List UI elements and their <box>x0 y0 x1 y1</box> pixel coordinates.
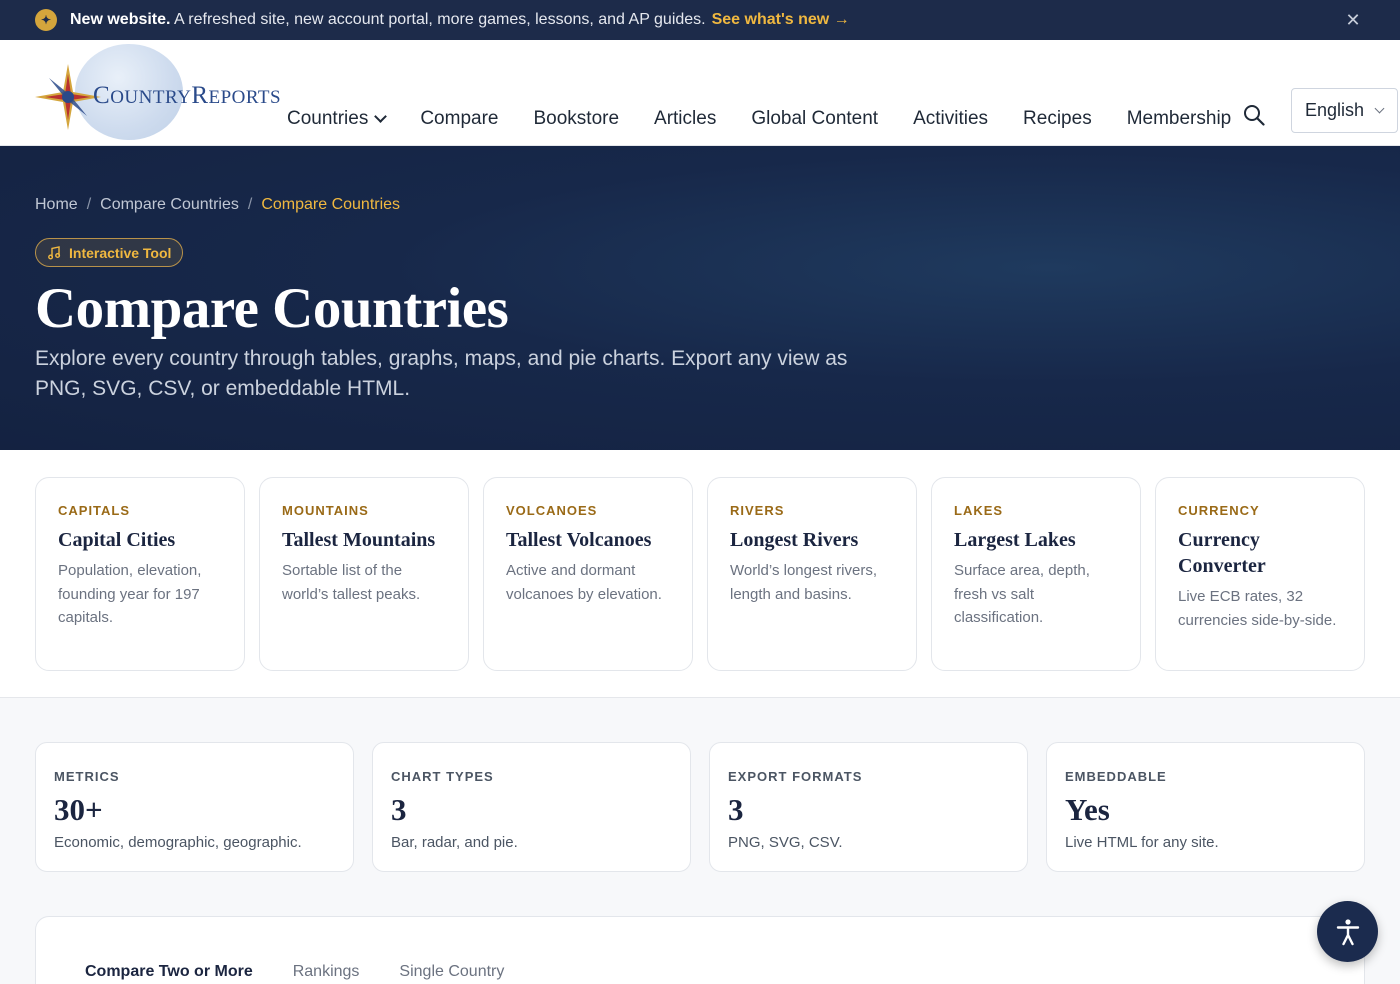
nav-membership[interactable]: Membership <box>1127 108 1232 130</box>
star-icon: ✦ <box>35 9 57 31</box>
compare-panel: Compare Two or More Rankings Single Coun… <box>35 916 1365 984</box>
stat-label: CHART TYPES <box>391 769 494 784</box>
nav-global-content[interactable]: Global Content <box>751 108 878 130</box>
nav-articles[interactable]: Articles <box>654 108 716 130</box>
breadcrumb-separator: / <box>247 196 253 213</box>
card-desc: Population, elevation, founding year for… <box>58 562 202 626</box>
stat-export-formats: EXPORT FORMATS 3 PNG, SVG, CSV. <box>709 742 1028 872</box>
accessibility-icon <box>1336 918 1359 945</box>
nav-recipes[interactable]: Recipes <box>1023 108 1092 130</box>
stat-sub: PNG, SVG, CSV. <box>728 834 843 851</box>
breadcrumb-separator: / <box>86 196 92 213</box>
tab-compare-two-or-more[interactable]: Compare Two or More <box>85 963 253 981</box>
search-icon[interactable] <box>1243 104 1265 126</box>
language-select[interactable]: English <box>1291 88 1398 133</box>
nav-activities[interactable]: Activities <box>913 108 988 130</box>
card-desc: Surface area, depth, fresh vs salt class… <box>954 562 1090 626</box>
card-title: Capital Cities <box>58 529 176 551</box>
accessibility-button[interactable] <box>1317 901 1378 962</box>
card-desc: World’s longest rivers, length and basin… <box>730 562 877 603</box>
stat-sub: Live HTML for any site. <box>1065 834 1219 851</box>
logo-ountry: OUNTRY <box>110 87 192 108</box>
card-rivers[interactable]: RIVERS Longest Rivers World’s longest ri… <box>707 477 917 671</box>
breadcrumb-compare[interactable]: Compare Countries <box>100 196 239 214</box>
feature-cards: CAPITALS Capital Cities Population, elev… <box>0 450 1400 698</box>
stat-embeddable: EMBEDDABLE Yes Live HTML for any site. <box>1046 742 1365 872</box>
announcement-bar: ✦ New website. A refreshed site, new acc… <box>0 0 1400 40</box>
stat-label: METRICS <box>54 769 120 784</box>
breadcrumb: Home / Compare Countries / Compare Count… <box>35 196 400 214</box>
stat-value: Yes <box>1065 792 1110 827</box>
nav-countries-label: Countries <box>287 108 369 129</box>
card-title: Tallest Mountains <box>282 529 436 551</box>
card-volcanoes[interactable]: VOLCANOES Tallest Volcanoes Active and d… <box>483 477 693 671</box>
logo-wordmark: COUNTRYREPORTS <box>93 82 281 110</box>
card-mountains[interactable]: MOUNTAINS Tallest Mountains Sortable lis… <box>259 477 469 671</box>
card-title: Tallest Volcanoes <box>506 529 652 551</box>
stat-sub: Bar, radar, and pie. <box>391 834 518 851</box>
nav-countries[interactable]: Countries <box>287 108 388 130</box>
compass-star-icon <box>35 64 101 130</box>
card-kicker: CAPITALS <box>58 503 131 518</box>
stat-label: EXPORT FORMATS <box>728 769 863 784</box>
music-note-icon <box>48 245 61 259</box>
breadcrumb-current: Compare Countries <box>261 196 401 213</box>
chevron-down-icon <box>1374 103 1385 114</box>
card-desc: Active and dormant volcanoes by elevatio… <box>506 562 662 603</box>
tab-rankings[interactable]: Rankings <box>293 963 360 981</box>
logo-r: R <box>191 82 209 109</box>
announcement-text: New website. A refreshed site, new accou… <box>70 11 706 29</box>
close-icon[interactable]: ✕ <box>1342 9 1364 31</box>
announcement-body: A refreshed site, new account portal, mo… <box>170 11 706 28</box>
interactive-tool-badge: Interactive Tool <box>35 238 184 267</box>
main-nav: Countries Compare Bookstore Articles Glo… <box>287 108 1266 130</box>
card-title: Currency Converter <box>1178 529 1266 577</box>
stat-value: 30+ <box>54 792 103 827</box>
tab-single-country[interactable]: Single Country <box>399 963 504 981</box>
language-value: English <box>1305 100 1365 120</box>
logo-c: C <box>93 82 111 109</box>
page-title: Compare Countries <box>35 277 509 340</box>
card-capitals[interactable]: CAPITALS Capital Cities Population, elev… <box>35 477 245 671</box>
stat-value: 3 <box>391 792 407 827</box>
stat-label: EMBEDDABLE <box>1065 769 1167 784</box>
nav-compare[interactable]: Compare <box>420 108 498 130</box>
card-kicker: CURRENCY <box>1178 503 1260 518</box>
badge-label: Interactive Tool <box>69 244 172 261</box>
card-desc: Live ECB rates, 32 currencies side-by-si… <box>1178 588 1337 629</box>
site-logo[interactable]: COUNTRYREPORTS <box>35 44 295 140</box>
card-kicker: MOUNTAINS <box>282 503 369 518</box>
breadcrumb-home[interactable]: Home <box>35 196 78 214</box>
site-header: COUNTRYREPORTS Countries Compare Booksto… <box>0 40 1400 146</box>
logo-eports: EPORTS <box>208 87 282 108</box>
chevron-down-icon <box>374 109 388 123</box>
hero-section: Home / Compare Countries / Compare Count… <box>0 146 1400 450</box>
announcement-bold: New website. <box>70 11 171 28</box>
nav-bookstore[interactable]: Bookstore <box>533 108 619 130</box>
stat-sub: Economic, demographic, geographic. <box>54 834 302 851</box>
stat-metrics: METRICS 30+ Economic, demographic, geogr… <box>35 742 354 872</box>
card-kicker: RIVERS <box>730 503 785 518</box>
card-lakes[interactable]: LAKES Largest Lakes Surface area, depth,… <box>931 477 1141 671</box>
card-kicker: VOLCANOES <box>506 503 598 518</box>
card-title: Largest Lakes <box>954 529 1076 551</box>
card-currency[interactable]: CURRENCY Currency Converter Live ECB rat… <box>1155 477 1365 671</box>
hero-lead: Explore every country through tables, gr… <box>35 347 848 400</box>
whats-new-link[interactable]: See what's new → <box>712 11 850 29</box>
stat-chart-types: CHART TYPES 3 Bar, radar, and pie. <box>372 742 691 872</box>
card-title: Longest Rivers <box>730 529 859 551</box>
card-kicker: LAKES <box>954 503 1004 518</box>
card-desc: Sortable list of the world’s tallest pea… <box>282 562 421 603</box>
stat-value: 3 <box>728 792 744 827</box>
compare-tabs: Compare Two or More Rankings Single Coun… <box>85 963 544 981</box>
